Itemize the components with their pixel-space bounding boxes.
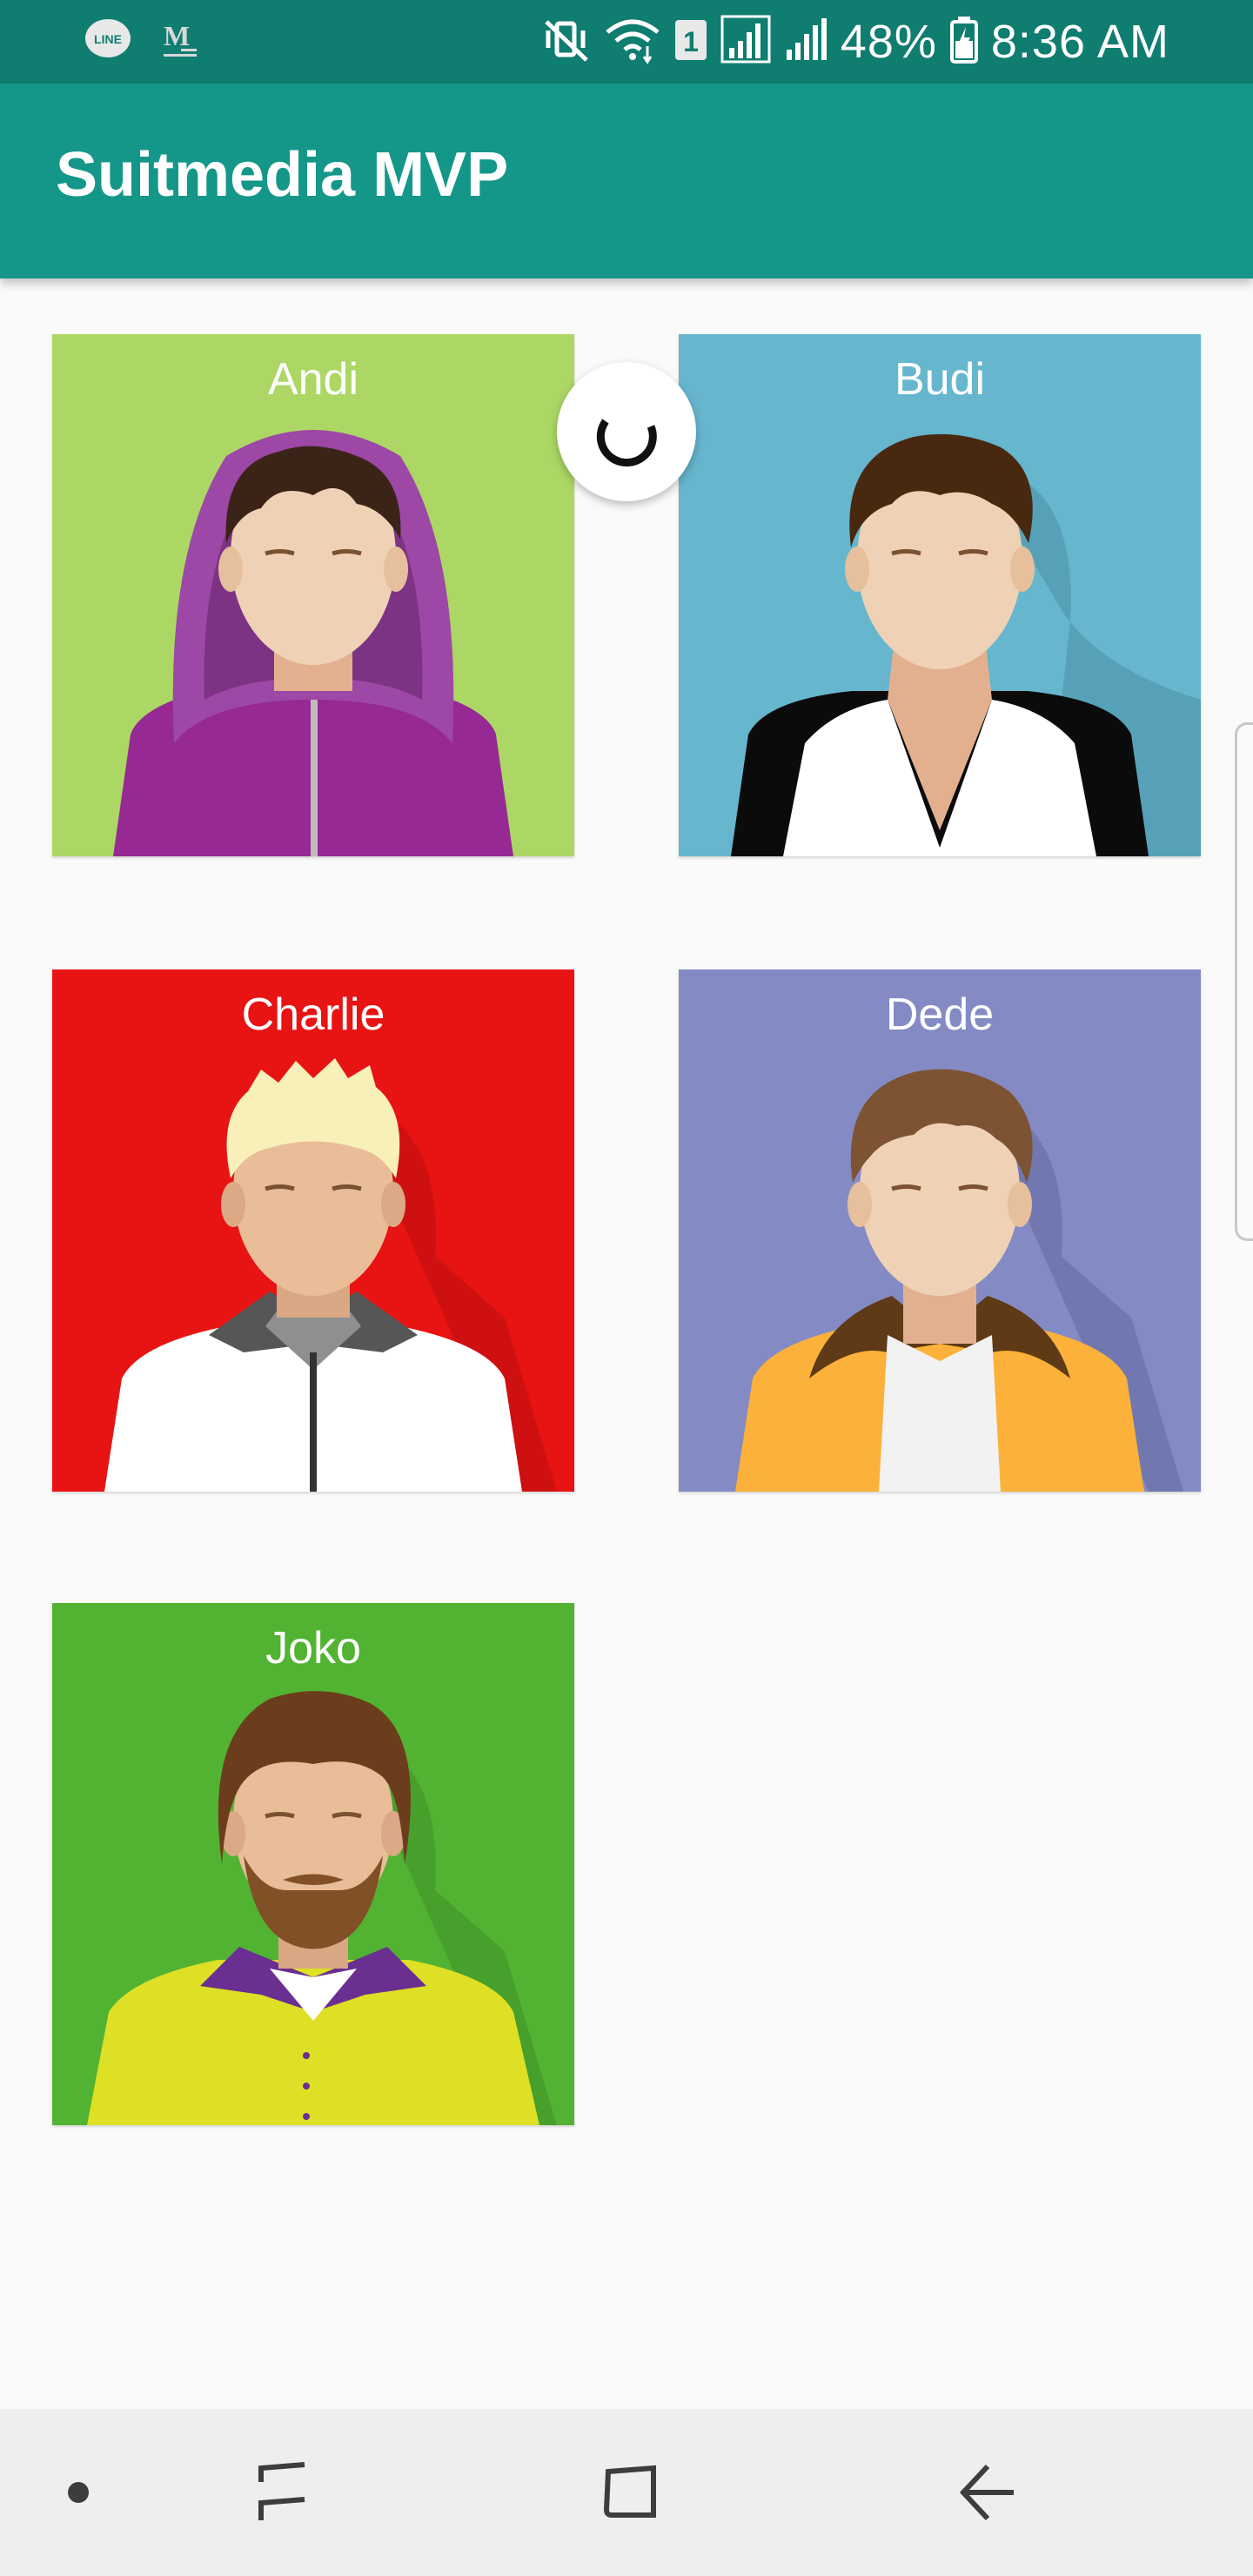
scrollbar-handle[interactable]: [1235, 722, 1253, 1241]
status-right: 1 48% 8:36 AM: [541, 12, 1169, 71]
avatar-andi: [52, 334, 574, 856]
person-name: Andi: [267, 354, 359, 405]
navigation-bar: [0, 2409, 1253, 2576]
avatar-dede: [679, 969, 1201, 1492]
avatar-joko: [52, 1603, 574, 2125]
battery-percent: 48%: [840, 16, 937, 68]
screen: LINE M 1 48% 8:36 AM Suitmedia MVP Andi …: [0, 0, 1253, 2576]
gmail-icon: M: [162, 19, 200, 65]
person-card-andi[interactable]: Andi: [52, 334, 574, 856]
back-icon: [959, 2464, 1014, 2521]
svg-text:LINE: LINE: [94, 32, 122, 46]
person-card-charlie[interactable]: Charlie: [52, 969, 574, 1492]
app-title: Suitmedia MVP: [56, 140, 509, 210]
home-icon: [603, 2465, 656, 2518]
nav-dot-button[interactable]: [35, 2409, 122, 2576]
recent-apps-icon: [258, 2462, 305, 2520]
wifi-icon: [604, 15, 661, 70]
dot-icon: [68, 2482, 89, 2503]
avatar-budi: [679, 334, 1201, 856]
person-card-dede[interactable]: Dede: [679, 969, 1201, 1492]
person-name: Budi: [894, 354, 986, 405]
battery-icon: [949, 15, 979, 70]
signal-icon-1: [720, 15, 773, 70]
line-app-icon: LINE: [84, 16, 132, 69]
person-name: Charlie: [241, 989, 385, 1040]
person-name: Dede: [885, 989, 995, 1040]
svg-text:M: M: [164, 20, 190, 51]
refresh-spinner-icon: [596, 419, 657, 467]
vibrate-mute-icon: [541, 15, 592, 70]
recent-apps-button[interactable]: [226, 2409, 339, 2576]
clock: 8:36 AM: [990, 16, 1169, 68]
signal-icon-2: [785, 15, 828, 70]
status-bar: LINE M 1 48% 8:36 AM: [0, 0, 1253, 84]
status-left: LINE M: [84, 16, 200, 69]
back-button[interactable]: [931, 2409, 1044, 2576]
person-name: Joko: [265, 1623, 361, 1674]
person-card-budi[interactable]: Budi: [679, 334, 1201, 856]
refresh-spinner: [557, 362, 696, 501]
person-card-joko[interactable]: Joko: [52, 1603, 574, 2125]
home-button[interactable]: [574, 2409, 687, 2576]
svg-text:1: 1: [683, 26, 699, 57]
sim-1-icon: 1: [673, 18, 708, 66]
avatar-charlie: [52, 969, 574, 1492]
app-bar: Suitmedia MVP: [0, 84, 1253, 278]
